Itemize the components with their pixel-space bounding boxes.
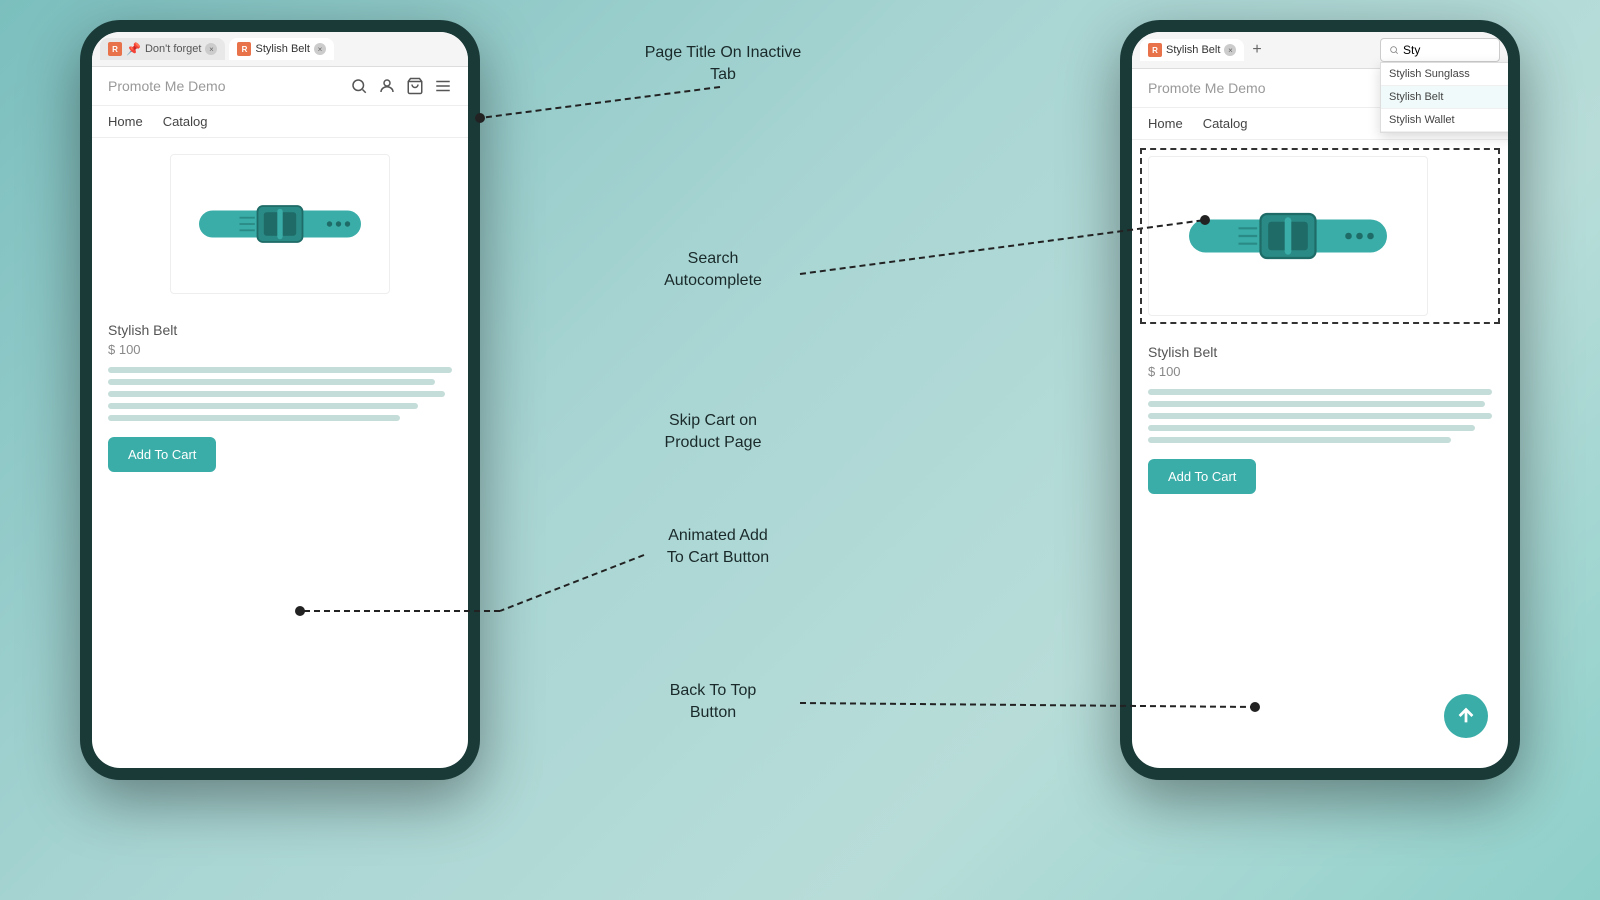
belt-image-left — [190, 179, 370, 269]
nav-home-right[interactable]: Home — [1148, 116, 1183, 131]
nav-catalog-right[interactable]: Catalog — [1203, 116, 1248, 131]
search-result-label-belt: Stylish Belt — [1389, 91, 1443, 103]
search-result-label-sunglasses: Stylish Sunglass — [1389, 68, 1470, 80]
r-icon-left: R — [237, 42, 251, 56]
annotation-skip-cart: Skip Cart onProduct Page — [633, 410, 793, 455]
desc-lines-left — [108, 367, 452, 421]
user-icon-left[interactable] — [378, 77, 396, 95]
product-image-container-left — [92, 138, 468, 310]
product-info-left: Stylish Belt $ 100 Add To Cart — [92, 310, 468, 484]
tab-close-stylish-belt-left[interactable]: × — [314, 43, 326, 55]
tab-stylish-belt-right[interactable]: R Stylish Belt × — [1140, 39, 1244, 61]
desc-line-3-left — [108, 391, 445, 397]
desc-line-2-left — [108, 379, 435, 385]
add-to-cart-button-right[interactable]: Add To Cart — [1148, 459, 1256, 494]
search-icon-left[interactable] — [350, 77, 368, 95]
search-input-right[interactable]: Sty — [1380, 38, 1500, 62]
annotation-search-autocomplete: SearchAutocomplete — [633, 248, 793, 293]
browser-chrome-left: R 📌 Don't forget × R Stylish Belt × — [92, 32, 468, 67]
search-autocomplete-dropdown: Stylish Sunglass Stylish Belt — [1380, 62, 1508, 133]
tab-dont-forget[interactable]: R 📌 Don't forget × — [100, 38, 225, 60]
tab-plus-button[interactable]: + — [1252, 41, 1261, 59]
desc-line-1-right — [1148, 389, 1492, 395]
desc-line-2-right — [1148, 401, 1485, 407]
product-title-right: Stylish Belt — [1148, 344, 1492, 360]
belt-image-right — [1178, 186, 1398, 286]
annotation-animated-cart: Animated AddTo Cart Button — [633, 525, 803, 570]
desc-line-1-left — [108, 367, 452, 373]
product-info-right: Stylish Belt $ 100 Add To Cart — [1132, 332, 1508, 506]
search-result-wallet[interactable]: Stylish Wallet — [1381, 109, 1508, 132]
annotation-page-title: Page Title On Inactive Tab — [643, 42, 803, 87]
annotation-back-to-top: Back To TopButton — [633, 680, 793, 725]
product-image-box-right — [1148, 156, 1428, 316]
search-container-right[interactable]: Sty Stylish Sunglass Stylish B — [1380, 38, 1500, 62]
desc-line-5-right — [1148, 437, 1451, 443]
desc-line-5-left — [108, 415, 400, 421]
search-result-label-wallet: Stylish Wallet — [1389, 114, 1455, 126]
site-logo-left: Promote Me Demo — [108, 78, 225, 94]
product-title-left: Stylish Belt — [108, 322, 452, 338]
right-phone: R Stylish Belt × + Sty Stylish Sunglass — [1120, 20, 1520, 780]
cart-icon-left[interactable] — [406, 77, 424, 95]
pin-icon: R — [108, 42, 122, 56]
product-price-right: $ 100 — [1148, 364, 1492, 379]
tab-close-dont-forget[interactable]: × — [205, 43, 217, 55]
product-price-left: $ 100 — [108, 342, 452, 357]
tab-close-stylish-belt-right[interactable]: × — [1224, 44, 1236, 56]
browser-chrome-right: R Stylish Belt × + Sty Stylish Sunglass — [1132, 32, 1508, 69]
search-value-right: Sty — [1403, 43, 1420, 57]
back-to-top-button[interactable] — [1444, 694, 1488, 738]
tab-stylish-belt-left[interactable]: R Stylish Belt × — [229, 38, 333, 60]
nav-home-left[interactable]: Home — [108, 114, 143, 129]
nav-catalog-left[interactable]: Catalog — [163, 114, 208, 129]
site-logo-right: Promote Me Demo — [1148, 80, 1265, 96]
product-image-box-left — [170, 154, 390, 294]
pin-emoji: 📌 — [126, 42, 141, 56]
desc-lines-right — [1148, 389, 1492, 443]
tab-label-stylish-belt-right: Stylish Belt — [1166, 44, 1220, 56]
search-icon-right — [1389, 45, 1399, 55]
add-to-cart-button-left[interactable]: Add To Cart — [108, 437, 216, 472]
tab-label-dont-forget: Don't forget — [145, 43, 202, 55]
desc-line-4-left — [108, 403, 418, 409]
search-result-sunglasses[interactable]: Stylish Sunglass — [1381, 63, 1508, 86]
desc-line-4-right — [1148, 425, 1475, 431]
arrow-up-icon — [1455, 705, 1477, 727]
search-result-belt[interactable]: Stylish Belt — [1381, 86, 1508, 109]
r-icon-right: R — [1148, 43, 1162, 57]
tab-label-stylish-belt-left: Stylish Belt — [255, 43, 309, 55]
header-icons-left — [350, 77, 452, 95]
left-phone: R 📌 Don't forget × R Stylish Belt × Prom… — [80, 20, 480, 780]
site-header-left: Promote Me Demo — [92, 67, 468, 106]
left-phone-screen: R 📌 Don't forget × R Stylish Belt × Prom… — [92, 32, 468, 768]
product-image-container-right — [1132, 140, 1508, 332]
menu-icon-left[interactable] — [434, 77, 452, 95]
right-phone-screen: R Stylish Belt × + Sty Stylish Sunglass — [1132, 32, 1508, 768]
desc-line-3-right — [1148, 413, 1492, 419]
site-nav-left: Home Catalog — [92, 106, 468, 138]
